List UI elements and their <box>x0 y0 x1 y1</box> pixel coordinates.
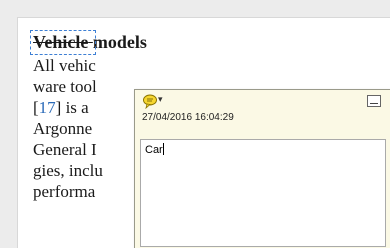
sticky-note-popup[interactable]: ▾ 27/04/2016 16:04:29 Car <box>134 89 390 248</box>
note-header[interactable]: ▾ 27/04/2016 16:04:29 <box>135 90 390 136</box>
document-page: Vehicle models All vehic ware tool [17] … <box>17 17 390 248</box>
text-line: gies, inclu <box>33 161 103 180</box>
annotation-selection-box[interactable] <box>30 30 96 55</box>
text-cursor <box>162 143 164 155</box>
citation-link[interactable]: 17 <box>39 98 56 117</box>
note-text-input[interactable]: Car <box>140 139 386 247</box>
text-line: performa <box>33 182 96 201</box>
text-line: Argonne <box>33 119 93 138</box>
section-heading: Vehicle models <box>30 30 147 55</box>
text-line: ware tool <box>33 77 97 96</box>
comment-icon[interactable] <box>142 93 158 109</box>
text-line: All vehic <box>33 56 96 75</box>
chevron-down-icon[interactable]: ▾ <box>158 94 163 105</box>
note-timestamp: 27/04/2016 16:04:29 <box>142 112 234 123</box>
text-line: General I <box>33 140 97 159</box>
struck-word[interactable]: Vehicle <box>30 30 96 55</box>
minimize-icon[interactable] <box>367 95 381 107</box>
text-line: [17] is a <box>33 98 89 117</box>
heading-rest: models <box>92 32 147 52</box>
